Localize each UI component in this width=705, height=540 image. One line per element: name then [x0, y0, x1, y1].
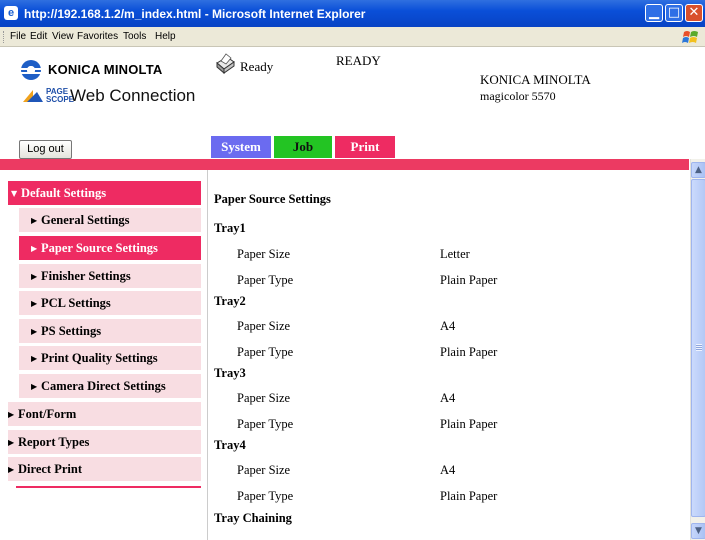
tray3-heading: Tray3: [214, 366, 246, 380]
konica-minolta-logo-icon: [21, 60, 41, 80]
scrollbar-thumb[interactable]: [691, 179, 705, 517]
sidebar-item-direct-print[interactable]: ▶ Direct Print: [8, 457, 201, 481]
sidebar-item-font-form[interactable]: ▶ Font/Form: [8, 402, 201, 426]
triangle-right-icon: ▶: [31, 354, 38, 363]
sidebar-item-paper-source-settings[interactable]: ▶ Paper Source Settings: [19, 236, 201, 260]
triangle-right-icon: ▶: [31, 272, 38, 281]
window-title-bar: e http://192.168.1.2/m_index.html - Micr…: [0, 0, 705, 27]
windows-logo-icon: [682, 31, 698, 43]
web-connection-title: Web Connection: [70, 86, 196, 105]
tray1-paper-size-label: Paper Size: [237, 247, 291, 261]
tray3-paper-size-label: Paper Size: [237, 391, 291, 405]
tray2-paper-size-value: A4: [440, 319, 456, 333]
tab-print[interactable]: Print: [335, 136, 395, 158]
device-brand: KONICA MINOLTA: [480, 72, 591, 87]
tab-system[interactable]: System: [211, 136, 271, 158]
triangle-right-icon: ▶: [31, 299, 38, 308]
triangle-right-icon: ▶: [8, 465, 15, 474]
tab-job[interactable]: Job: [274, 136, 332, 158]
triangle-right-icon: ▶: [31, 244, 38, 253]
header-divider-bar: [0, 159, 689, 170]
ie-icon: e: [4, 6, 18, 20]
pagescope-icon: [23, 90, 43, 102]
menu-edit[interactable]: Edit: [30, 31, 47, 42]
tray3-paper-size-value: A4: [440, 391, 456, 405]
sidebar-item-finisher-settings[interactable]: ▶ Finisher Settings: [19, 264, 201, 288]
triangle-right-icon: ▶: [31, 216, 38, 225]
tray4-paper-type-value: Plain Paper: [440, 489, 498, 503]
sidebar-item-label: PCL Settings: [41, 296, 111, 310]
sidebar-item-default-settings[interactable]: ▼ Default Settings: [8, 181, 201, 205]
tray2-paper-type-value: Plain Paper: [440, 345, 498, 359]
tray1-paper-type-value: Plain Paper: [440, 273, 498, 287]
menu-help[interactable]: Help: [155, 31, 176, 42]
sidebar-item-label: Report Types: [18, 435, 90, 449]
menu-file[interactable]: File: [10, 31, 26, 42]
menu-tools[interactable]: Tools: [123, 31, 146, 42]
triangle-right-icon: ▶: [31, 382, 38, 391]
sidebar-bottom-rule: [16, 486, 201, 488]
triangle-right-icon: ▶: [31, 327, 38, 336]
sidebar-item-general-settings[interactable]: ▶ General Settings: [19, 208, 201, 232]
tray1-heading: Tray1: [214, 221, 246, 235]
tray4-paper-size-label: Paper Size: [237, 463, 291, 477]
tray1-paper-size-value: Letter: [440, 247, 470, 261]
menu-view[interactable]: View: [52, 31, 74, 42]
konica-minolta-logo-text: KONICA MINOLTA: [48, 62, 163, 77]
tray1-paper-type-label: Paper Type: [237, 273, 294, 287]
sidebar-item-label: Direct Print: [18, 462, 82, 476]
window-title: http://192.168.1.2/m_index.html - Micros…: [24, 7, 366, 21]
sidebar-item-ps-settings[interactable]: ▶ PS Settings: [19, 319, 201, 343]
menu-grip: [3, 31, 5, 43]
frame-divider: [207, 170, 210, 540]
sidebar-item-label: PS Settings: [41, 324, 102, 338]
printer-icon: [216, 53, 235, 75]
menu-favorites[interactable]: Favorites: [77, 31, 118, 42]
scroll-up-arrow-icon[interactable]: ▲: [691, 162, 705, 178]
sidebar-item-report-types[interactable]: ▶ Report Types: [8, 430, 201, 454]
printer-status-label: READY: [336, 53, 381, 68]
sidebar-item-label: Paper Source Settings: [41, 241, 158, 255]
menu-bar: File Edit View Favorites Tools Help: [0, 27, 705, 47]
device-model: magicolor 5570: [480, 89, 556, 103]
tray-chaining-heading: Tray Chaining: [214, 511, 292, 525]
sidebar-item-label: Default Settings: [21, 186, 107, 200]
sidebar-item-label: Camera Direct Settings: [41, 379, 166, 393]
scroll-down-arrow-icon[interactable]: ▼: [691, 523, 705, 539]
tray2-heading: Tray2: [214, 294, 246, 308]
sidebar-item-camera-direct-settings[interactable]: ▶ Camera Direct Settings: [19, 374, 201, 398]
minimize-button[interactable]: ▁: [645, 4, 663, 22]
triangle-down-icon: ▼: [11, 189, 18, 198]
page-title: Paper Source Settings: [214, 192, 331, 206]
tray2-paper-size-label: Paper Size: [237, 319, 291, 333]
tray2-paper-type-label: Paper Type: [237, 345, 294, 359]
triangle-right-icon: ▶: [8, 410, 15, 419]
vertical-scrollbar[interactable]: ▲ ▼: [690, 159, 705, 540]
sidebar-item-label: Font/Form: [18, 407, 77, 421]
logout-button[interactable]: Log out: [19, 140, 72, 159]
close-button[interactable]: ✕: [685, 4, 703, 22]
maximize-button[interactable]: □: [665, 4, 683, 22]
triangle-right-icon: ▶: [8, 438, 15, 447]
sidebar-item-label: General Settings: [41, 213, 130, 227]
sidebar-item-pcl-settings[interactable]: ▶ PCL Settings: [19, 291, 201, 315]
tray4-heading: Tray4: [214, 438, 246, 452]
sidebar-item-print-quality-settings[interactable]: ▶ Print Quality Settings: [19, 346, 201, 370]
printer-status-text: Ready: [240, 59, 274, 74]
sidebar-item-label: Print Quality Settings: [41, 351, 158, 365]
tray3-paper-type-value: Plain Paper: [440, 417, 498, 431]
tray4-paper-type-label: Paper Type: [237, 489, 294, 503]
sidebar-item-label: Finisher Settings: [41, 269, 131, 283]
tray3-paper-type-label: Paper Type: [237, 417, 294, 431]
tray4-paper-size-value: A4: [440, 463, 456, 477]
